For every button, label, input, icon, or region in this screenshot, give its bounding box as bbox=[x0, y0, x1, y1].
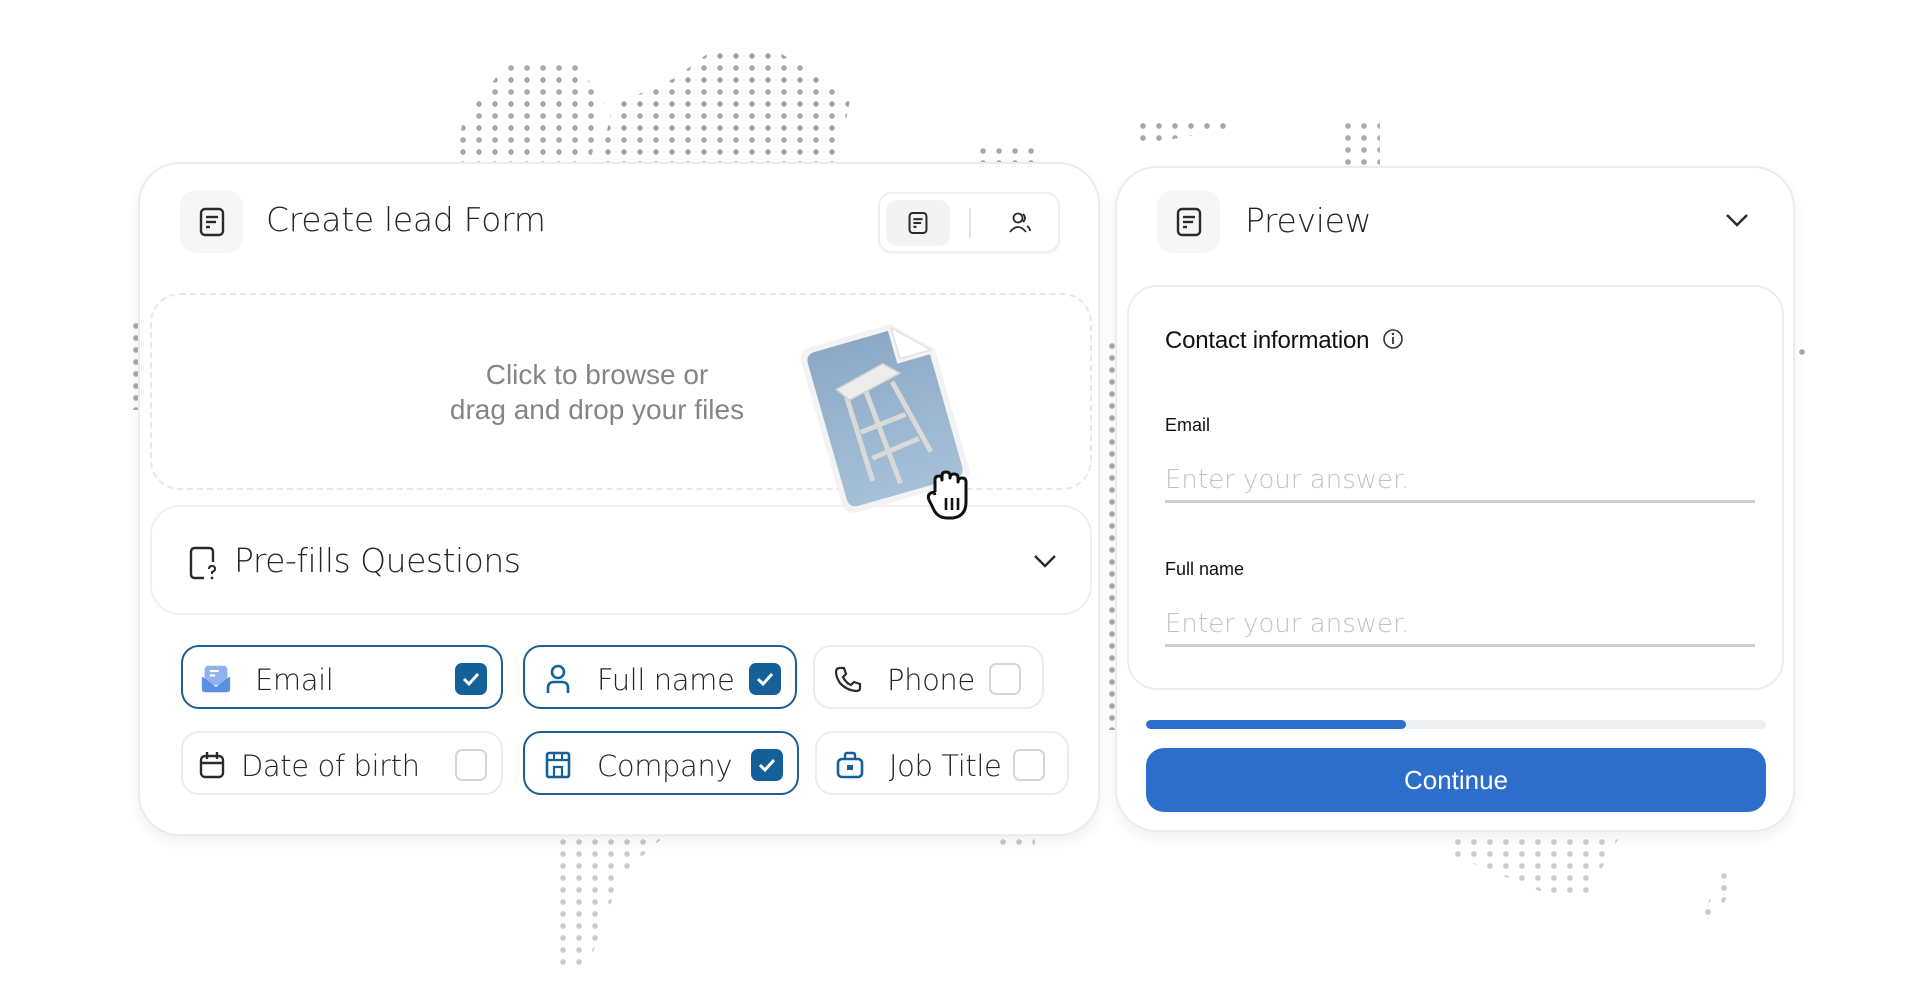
chip-full-name[interactable]: Full name bbox=[523, 645, 797, 709]
envelope-icon bbox=[201, 664, 231, 694]
checkbox-full-name[interactable] bbox=[749, 663, 781, 695]
question-square-icon bbox=[189, 546, 217, 580]
form-progress-fill bbox=[1146, 720, 1407, 729]
chevron-down-icon[interactable] bbox=[1725, 212, 1749, 228]
dropzone-line-2: drag and drop your files bbox=[449, 394, 745, 425]
section-title-text: Contact information bbox=[1165, 327, 1370, 354]
preview-title: Preview bbox=[1245, 201, 1372, 240]
chip-label: Job Title bbox=[889, 749, 1002, 783]
continue-button[interactable]: Continue bbox=[1146, 748, 1766, 812]
toggle-divider bbox=[969, 208, 971, 238]
email-field[interactable] bbox=[1165, 459, 1755, 503]
briefcase-icon bbox=[835, 750, 865, 780]
dropzone-instructions: Click to browse or drag and drop your fi… bbox=[402, 357, 792, 427]
form-document-icon bbox=[199, 207, 224, 236]
info-icon[interactable] bbox=[1382, 328, 1404, 350]
checkbox-company[interactable] bbox=[751, 749, 783, 781]
toggle-form-view[interactable] bbox=[886, 200, 950, 246]
toggle-audience-view[interactable] bbox=[988, 200, 1052, 246]
user-icon bbox=[543, 664, 573, 694]
checkbox-job-title[interactable] bbox=[1013, 749, 1045, 781]
building-icon bbox=[543, 750, 573, 780]
users-icon bbox=[1009, 212, 1031, 233]
preview-panel: Preview Contact information Email Full n… bbox=[1115, 166, 1795, 832]
full-name-field[interactable] bbox=[1165, 603, 1755, 647]
phone-icon bbox=[833, 664, 863, 694]
form-document-icon bbox=[1176, 207, 1201, 236]
calendar-icon bbox=[197, 750, 227, 780]
chip-label: Full name bbox=[597, 663, 735, 697]
chip-email[interactable]: Email bbox=[181, 645, 503, 709]
contact-information-card: Contact information Email Full name bbox=[1127, 285, 1784, 690]
prefill-title: Pre-fills Questions bbox=[234, 541, 521, 580]
chip-job-title[interactable]: Job Title bbox=[815, 731, 1069, 795]
preview-header-icon-box bbox=[1157, 190, 1220, 253]
chip-label: Email bbox=[255, 663, 334, 697]
chip-phone[interactable]: Phone bbox=[813, 645, 1044, 709]
chip-label: Date of birth bbox=[241, 749, 420, 783]
form-progress-bar bbox=[1146, 720, 1766, 729]
chip-company[interactable]: Company bbox=[523, 731, 799, 795]
view-toggle bbox=[878, 192, 1060, 253]
checkbox-date-of-birth[interactable] bbox=[455, 749, 487, 781]
checkbox-email[interactable] bbox=[455, 663, 487, 695]
full-name-field-label: Full name bbox=[1165, 559, 1245, 579]
email-field-label: Email bbox=[1165, 415, 1211, 435]
dropzone-line-1: Click to browse or bbox=[485, 359, 709, 390]
chip-label: Company bbox=[597, 749, 733, 783]
panel-title: Create lead Form bbox=[266, 200, 546, 239]
section-title: Contact information bbox=[1165, 327, 1404, 355]
chip-date-of-birth[interactable]: Date of birth bbox=[181, 731, 503, 795]
checkbox-phone[interactable] bbox=[989, 663, 1021, 695]
form-header-icon-box bbox=[180, 190, 243, 253]
chevron-down-icon[interactable] bbox=[1033, 553, 1057, 569]
grab-hand-cursor-icon bbox=[925, 468, 975, 522]
form-document-icon bbox=[908, 212, 928, 234]
chip-label: Phone bbox=[887, 663, 975, 697]
